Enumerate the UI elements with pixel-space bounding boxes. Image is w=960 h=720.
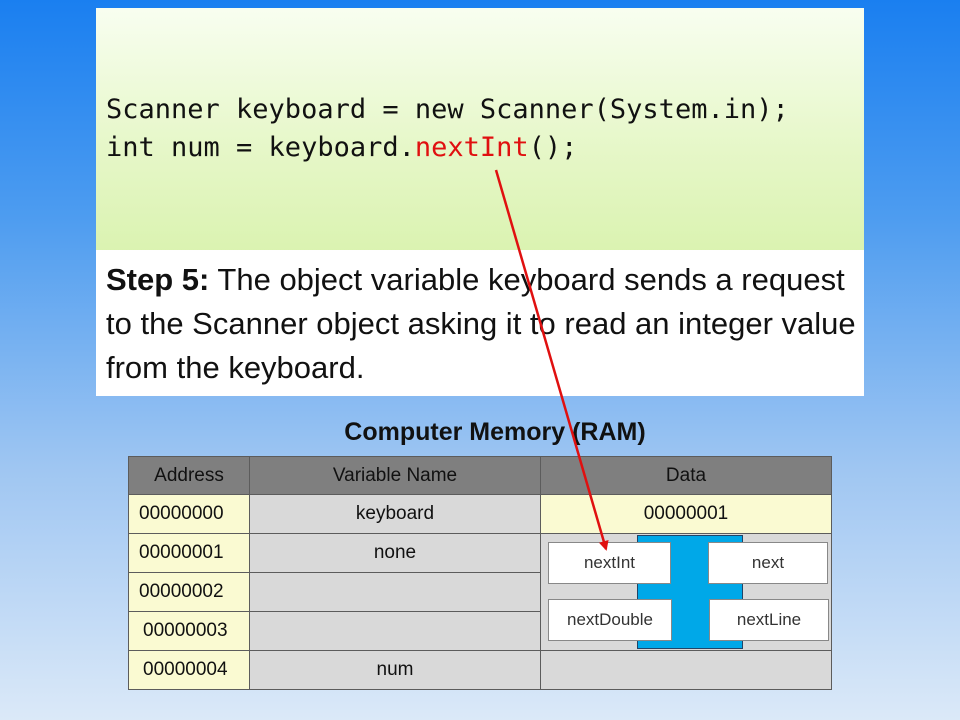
request-arrow — [494, 169, 609, 551]
arrow-line — [494, 169, 609, 551]
